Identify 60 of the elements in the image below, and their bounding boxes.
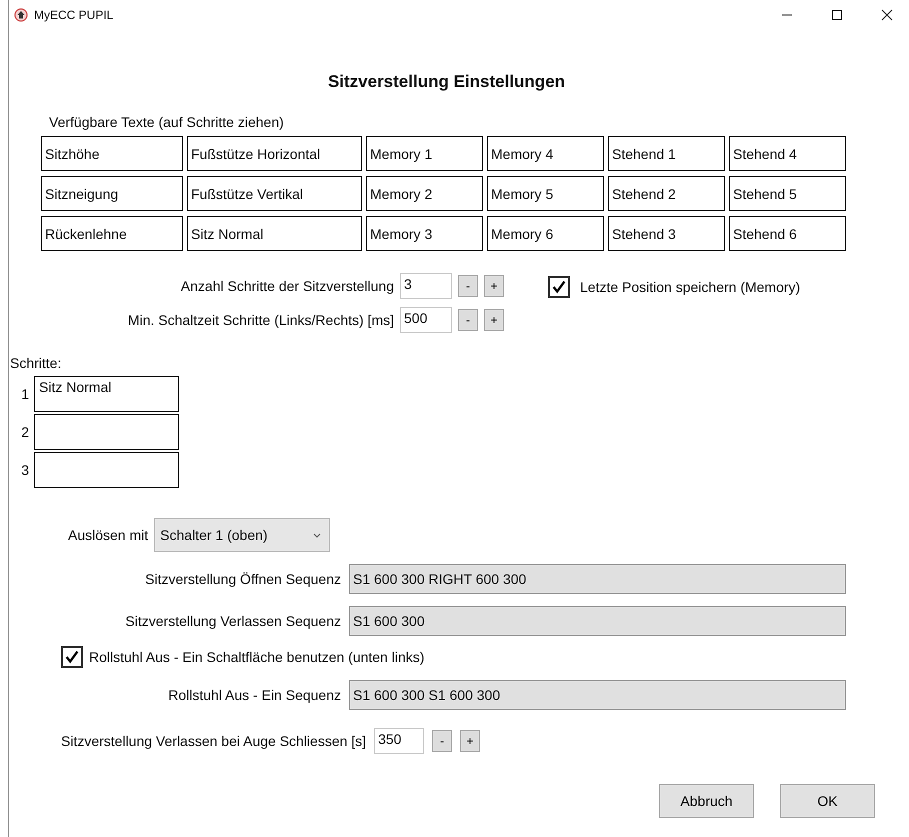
draggable-text[interactable]: Sitz Normal bbox=[187, 216, 362, 251]
field-label: Anzahl Schritte der Sitzverstellung bbox=[180, 278, 394, 294]
field-label: Sitzverstellung Verlassen bei Auge Schliessen [s] bbox=[61, 733, 366, 749]
draggable-text[interactable]: Fußstütze Vertikal bbox=[187, 176, 362, 211]
checkbox[interactable] bbox=[548, 276, 570, 298]
field-label: Auslösen mit bbox=[68, 527, 148, 543]
draggable-text[interactable]: Fußstütze Horizontal bbox=[187, 136, 362, 171]
step-number: 1 bbox=[21, 386, 29, 402]
increment-button[interactable]: + bbox=[460, 730, 480, 752]
dropdown[interactable]: Schalter 1 (oben) bbox=[154, 518, 330, 552]
decrement-button[interactable]: - bbox=[432, 730, 452, 752]
draggable-text[interactable]: Sitzneigung bbox=[41, 176, 183, 211]
draggable-text[interactable]: Sitzhöhe bbox=[41, 136, 183, 171]
app-logo-icon bbox=[14, 8, 28, 22]
draggable-text[interactable]: Memory 2 bbox=[366, 176, 483, 211]
draggable-text[interactable]: Memory 4 bbox=[487, 136, 604, 171]
checkbox-label: Rollstuhl Aus - Ein Schaltfläche benutzen (unten links) bbox=[89, 649, 424, 665]
step-drop-field[interactable] bbox=[34, 452, 179, 488]
sequence-field[interactable]: S1 600 300 S1 600 300 bbox=[349, 680, 846, 710]
field-label: Sitzverstellung Öffnen Sequenz bbox=[144, 571, 341, 587]
draggable-text[interactable]: Memory 6 bbox=[487, 216, 604, 251]
input-field[interactable]: 350 bbox=[374, 728, 424, 754]
draggable-text[interactable]: Stehend 6 bbox=[729, 216, 846, 251]
checkmark-icon bbox=[550, 278, 568, 296]
sequence-field[interactable]: S1 600 300 bbox=[349, 606, 846, 636]
draggable-text[interactable]: Stehend 2 bbox=[608, 176, 725, 211]
field-label: Sitzverstellung Verlassen Sequenz bbox=[124, 613, 341, 629]
chevron-down-icon bbox=[313, 532, 322, 538]
step-number: 2 bbox=[21, 424, 29, 440]
decrement-button[interactable]: - bbox=[458, 309, 478, 331]
dialog-button[interactable]: OK bbox=[780, 784, 875, 818]
increment-button[interactable]: + bbox=[484, 275, 504, 297]
close-icon[interactable] bbox=[881, 9, 893, 21]
maximize-icon[interactable] bbox=[831, 9, 843, 21]
step-number: 3 bbox=[21, 462, 29, 478]
step-drop-field[interactable]: Sitz Normal bbox=[34, 376, 179, 412]
input-field[interactable]: 500 bbox=[400, 307, 452, 333]
draggable-text[interactable]: Memory 3 bbox=[366, 216, 483, 251]
section-label: Verfügbare Texte (auf Schritte ziehen) bbox=[49, 114, 285, 130]
draggable-text[interactable]: Stehend 3 bbox=[608, 216, 725, 251]
draggable-text[interactable]: Rückenlehne bbox=[41, 216, 183, 251]
draggable-text[interactable]: Stehend 1 bbox=[608, 136, 725, 171]
dialog-heading: Sitzverstellung Einstellungen bbox=[326, 72, 566, 92]
steps-label: Schritte: bbox=[10, 355, 62, 371]
draggable-text[interactable]: Memory 5 bbox=[487, 176, 604, 211]
draggable-text[interactable]: Stehend 4 bbox=[729, 136, 846, 171]
checkmark-icon bbox=[63, 648, 81, 666]
checkbox[interactable] bbox=[61, 646, 83, 668]
dialog-button[interactable]: Abbruch bbox=[659, 784, 754, 818]
input-field[interactable]: 3 bbox=[400, 273, 452, 299]
draggable-text[interactable]: Memory 1 bbox=[366, 136, 483, 171]
draggable-text[interactable]: Stehend 5 bbox=[729, 176, 846, 211]
increment-button[interactable]: + bbox=[484, 309, 504, 331]
field-label: Rollstuhl Aus - Ein Sequenz bbox=[167, 687, 341, 703]
step-drop-field[interactable] bbox=[34, 414, 179, 450]
decrement-button[interactable]: - bbox=[458, 275, 478, 297]
checkbox-label: Letzte Position speichern (Memory) bbox=[580, 279, 800, 295]
field-label: Min. Schaltzeit Schritte (Links/Rechts) [ms] bbox=[128, 312, 394, 328]
window-title: MyECC PUPIL bbox=[34, 8, 114, 22]
sequence-field[interactable]: S1 600 300 RIGHT 600 300 bbox=[349, 564, 846, 594]
